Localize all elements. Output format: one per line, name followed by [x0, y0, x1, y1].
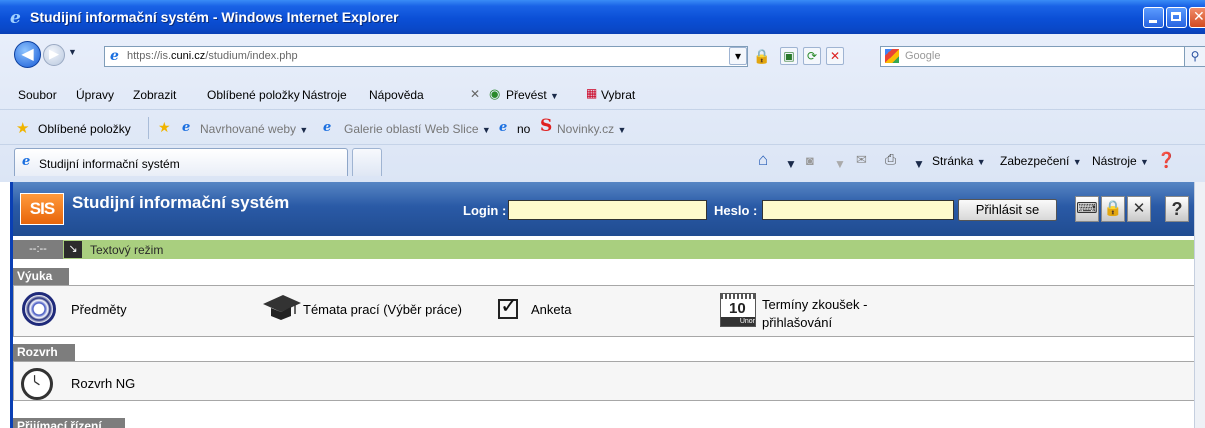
page-title: Studijní informační systém [72, 193, 290, 212]
favorites-button[interactable]: Oblíbené položky [38, 122, 131, 136]
ie-logo-icon: e [182, 120, 191, 135]
favorites-separator [148, 117, 149, 139]
favorite-novinky[interactable]: Novinky.cz ▼ [557, 122, 626, 136]
back-button[interactable]: ◀ [14, 41, 41, 68]
ie-logo-icon: e [323, 120, 332, 135]
forward-button[interactable]: ▶ [43, 44, 65, 66]
google-logo-icon [885, 49, 899, 63]
favorite-web-slice-gallery[interactable]: Galerie oblastí Web Slice ▼ [344, 122, 491, 136]
favorite-no[interactable]: no [517, 122, 530, 136]
sis-logo[interactable]: SIS [20, 193, 64, 225]
checkbox-icon[interactable]: ✓ [498, 296, 518, 319]
select-button[interactable]: Vybrat [601, 88, 635, 102]
home-icon[interactable]: ⌂ [758, 150, 768, 170]
compatibility-view-icon[interactable]: ▣ [780, 47, 798, 65]
lock-icon[interactable]: 🔒 [1101, 196, 1125, 222]
search-icon[interactable]: ⚲ [1184, 46, 1205, 67]
arrow-icon[interactable]: ↘ [64, 241, 82, 258]
link-predmety[interactable]: Předměty [71, 302, 127, 317]
stop-icon[interactable]: ✕ [826, 47, 844, 65]
page-menu[interactable]: Stránka ▼ [932, 154, 986, 168]
password-input[interactable] [762, 200, 954, 220]
link-temata-praci[interactable]: Témata prací (Výběr práce) [303, 302, 462, 317]
link-anketa[interactable]: Anketa [531, 302, 571, 317]
graduation-cap-icon[interactable] [261, 292, 301, 322]
tab-favicon-icon: e [22, 154, 31, 169]
link-terminy-zkousek[interactable]: Termíny zkoušek - přihlašování [762, 296, 902, 332]
vertical-scrollbar[interactable] [1194, 182, 1205, 428]
menu-file[interactable]: Soubor [18, 88, 57, 102]
refresh-icon[interactable]: ⟳ [803, 47, 821, 65]
close-button[interactable] [1189, 7, 1205, 28]
link-rozvrh-ng[interactable]: Rozvrh NG [71, 376, 135, 391]
ie-logo-icon: e [499, 120, 508, 135]
help-icon[interactable]: ? [1165, 196, 1189, 222]
ie-logo-icon: e [10, 8, 21, 28]
window-title: Studijní informační systém - Windows Int… [30, 9, 399, 25]
print-icon[interactable]: ⎙ [885, 151, 896, 168]
section-title-vyuka: Výuka [13, 268, 69, 285]
history-dropdown-icon[interactable]: ▼ [68, 47, 77, 57]
security-menu[interactable]: Zabezpečení ▼ [1000, 154, 1082, 168]
keyboard-icon[interactable]: ⌨ [1075, 196, 1099, 222]
clock-icon[interactable] [21, 368, 53, 400]
add-favorite-icon[interactable]: ★ [158, 119, 171, 136]
password-label: Heslo : [714, 203, 758, 218]
convert-button[interactable]: Převést ▼ [506, 88, 559, 102]
menu-view[interactable]: Zobrazit [133, 88, 176, 102]
address-dropdown-icon[interactable]: ▾ [729, 47, 747, 65]
select-icon: ▦ [586, 86, 598, 100]
menu-tools[interactable]: Nástroje [302, 88, 347, 102]
home-dropdown-icon[interactable]: ▼ [785, 157, 797, 171]
new-tab-button[interactable] [352, 148, 382, 176]
login-button[interactable]: Přihlásit se [958, 199, 1057, 221]
tools-menu[interactable]: Nástroje ▼ [1092, 154, 1149, 168]
print-dropdown-icon[interactable]: ▼ [913, 157, 925, 171]
courses-icon[interactable] [22, 292, 56, 326]
favorite-suggested-sites[interactable]: Navrhované weby ▼ [200, 122, 308, 136]
calendar-icon[interactable]: 10 Únor [720, 293, 756, 327]
section-title-prijimaci-rizeni: Přijímací řízení [13, 418, 125, 428]
rss-icon[interactable]: ◙ [806, 153, 814, 168]
section-rozvrh [13, 361, 1198, 401]
rss-dropdown-icon[interactable]: ▼ [834, 157, 846, 171]
mode-bar [13, 240, 1205, 259]
session-time: --:-- [13, 240, 63, 259]
help-icon[interactable]: ❓ [1157, 151, 1176, 169]
close-toolbar-icon[interactable]: ✕ [470, 87, 480, 101]
tab-label: Studijní informační systém [39, 157, 180, 171]
maximize-button[interactable] [1166, 7, 1187, 28]
menu-favorites[interactable]: Oblíbené položky [207, 88, 300, 102]
login-input[interactable] [508, 200, 707, 220]
mail-icon[interactable]: ✉ [856, 152, 867, 168]
address-url[interactable]: https://is.cuni.cz/studium/index.php [127, 50, 298, 62]
page-favicon-icon: e [110, 48, 119, 64]
menu-edit[interactable]: Úpravy [76, 88, 114, 102]
section-title-rozvrh: Rozvrh [13, 344, 75, 361]
section-vyuka [13, 285, 1198, 337]
text-mode-link[interactable]: Textový režim [90, 243, 163, 257]
convert-icon: ◉ [489, 86, 501, 101]
login-label: Login : [463, 203, 507, 218]
favorites-star-icon[interactable]: ★ [16, 119, 29, 137]
novinky-logo-icon: S [540, 116, 553, 136]
english-flag-icon[interactable]: ✕ [1127, 196, 1151, 222]
minimize-button[interactable] [1143, 7, 1164, 28]
search-placeholder: Google [905, 50, 941, 62]
menu-help[interactable]: Nápověda [369, 88, 424, 102]
lock-icon[interactable]: 🔒 [752, 47, 770, 65]
